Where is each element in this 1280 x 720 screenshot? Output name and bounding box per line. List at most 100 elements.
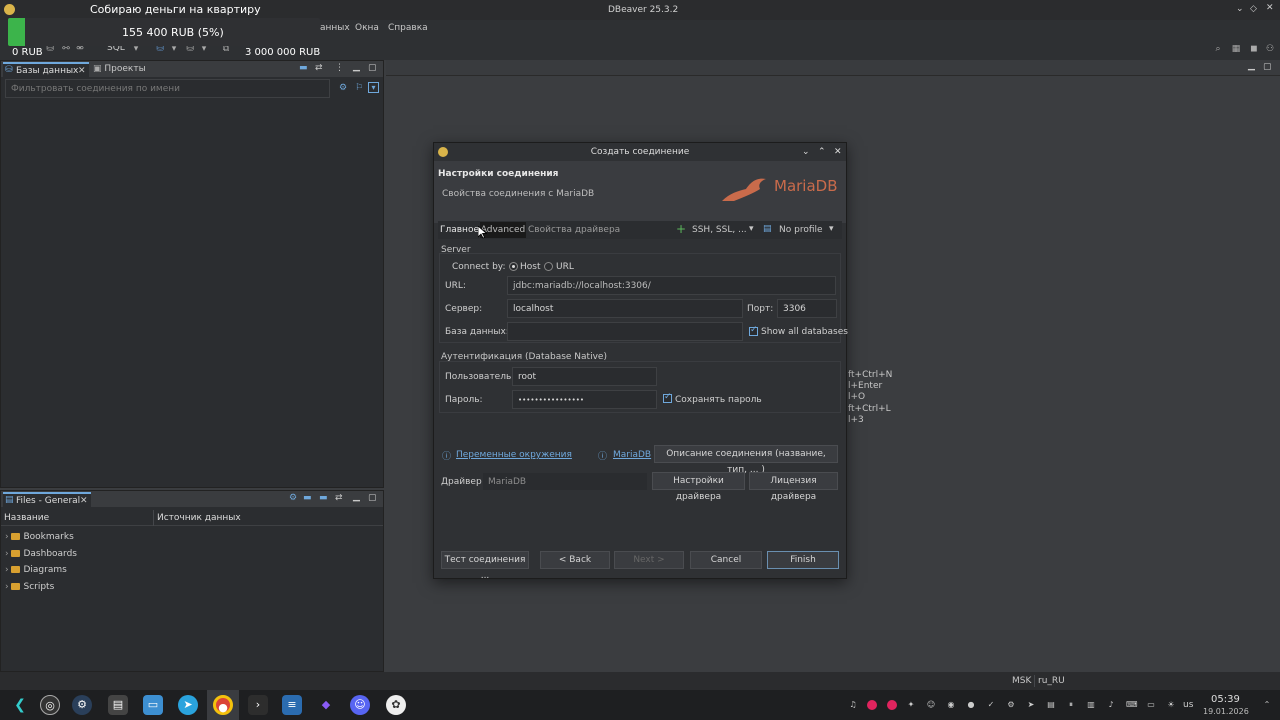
keyboard-layout[interactable]: us [1183,700,1193,710]
chrome-tray-icon[interactable]: ● [966,700,976,710]
host-radio[interactable] [509,262,518,271]
url-radio-label[interactable]: URL [556,262,574,272]
port-field[interactable]: 3306 [777,299,837,318]
tree-item-diagrams[interactable]: › Diagrams [5,562,67,578]
column-name[interactable]: Название [4,513,49,523]
keyboard-icon[interactable]: ⌨ [1126,700,1138,710]
launcher-icon[interactable]: ❮ [10,695,30,715]
show-all-databases-label[interactable]: Show all databases [761,327,848,337]
connection-description-button[interactable]: Описание соединения (название, тип, ... … [654,445,838,475]
discord-tray-icon[interactable]: ☺ [926,700,936,710]
perspective-icon[interactable]: ▦ [1230,43,1242,55]
recording-icon[interactable] [887,700,897,710]
filter-settings-icon[interactable]: ⚙ [339,83,347,93]
tab-databases[interactable]: ⛁ Базы данных ✕ [3,62,89,78]
minimize-icon[interactable]: ▁ [353,492,360,502]
window-close-icon[interactable]: ✕ [1266,3,1274,13]
collapse-all-icon[interactable]: ▬ [299,63,308,73]
close-icon[interactable]: ✕ [80,496,88,506]
minimize-icon[interactable]: ▁ [353,62,360,72]
tree-item-bookmarks[interactable]: › Bookmarks [5,529,74,545]
tree-item-dashboards[interactable]: › Dashboards [5,546,77,562]
close-icon[interactable]: ✕ [78,66,86,76]
obs-icon[interactable]: ◎ [40,695,60,715]
pin-icon[interactable]: ✦ [906,700,916,710]
editor-icon[interactable]: ≡ [282,695,302,715]
profile-selector[interactable]: No profile [779,225,823,235]
cancel-button[interactable]: Cancel [690,551,762,569]
env-variables-link[interactable]: Переменные окружения [456,450,572,460]
test-connection-button[interactable]: Тест соединения ... [441,551,529,581]
search-icon[interactable]: ⌕ [1212,43,1224,55]
url-field[interactable]: jdbc:mariadb://localhost:3306/ [507,276,836,295]
chrome-icon[interactable]: ● [213,695,233,715]
column-datasource[interactable]: Источник данных [157,513,241,523]
chevron-down-icon[interactable]: ⌄ [802,143,810,161]
wifi-icon[interactable]: ◉ [946,700,956,710]
ssh-ssl-label[interactable]: SSH, SSL, ... [692,225,747,235]
obsidian-icon[interactable]: ◆ [316,695,336,715]
show-all-databases-checkbox[interactable] [749,325,758,336]
maximize-icon[interactable]: ▢ [368,493,377,503]
volume-icon[interactable]: ♪ [1106,700,1116,710]
menu-item-help[interactable]: Справка [388,23,428,33]
menu-item-data[interactable]: анных [320,23,350,33]
window-menu-icon[interactable]: ⌄ [1236,4,1244,14]
chevron-down-icon[interactable]: ▾ [749,224,754,234]
audio-bars-icon[interactable]: ▥ [1086,700,1096,710]
terminal-icon[interactable]: › [248,695,268,715]
mariadb-link[interactable]: MariaDB [613,450,651,460]
window-maximize-icon[interactable]: ◇ [1250,4,1257,14]
driver-license-button[interactable]: Лицензия драйвера [749,472,838,502]
notification-icon[interactable]: ♫ [848,700,858,710]
url-radio[interactable] [544,262,553,271]
minimize-icon[interactable]: ▁ [1248,61,1255,71]
perspective-extra-icon[interactable]: ⚇ [1264,43,1276,55]
server-field[interactable]: localhost [507,299,743,318]
clipboard-icon[interactable]: ▤ [1046,700,1056,710]
show-desktop-icon[interactable]: ⌃ [1262,700,1272,710]
password-field[interactable]: •••••••••••••••• [512,390,657,409]
connection-filter-input[interactable]: Фильтровать соединения по имени [5,79,330,98]
tab-files-general[interactable]: ▤ Files - General ✕ [3,492,91,508]
file-manager-icon[interactable]: ▭ [143,695,163,715]
maximize-icon[interactable]: ▢ [368,63,377,73]
steam-icon[interactable]: ⚙ [72,695,92,715]
driver-settings-button[interactable]: Настройки драйвера [652,472,745,502]
recording-icon[interactable] [867,700,877,710]
check-icon[interactable]: ✓ [986,700,996,710]
next-button[interactable]: Next > [614,551,684,569]
telegram-icon[interactable]: ➤ [178,695,198,715]
brightness-icon[interactable]: ☀ [1166,700,1176,710]
close-icon[interactable]: ✕ [834,143,842,161]
files-settings-icon[interactable]: ⚙ [289,493,297,503]
save-password-label[interactable]: Сохранять пароль [675,395,762,405]
files-expand-icon[interactable]: ▬ [319,493,328,503]
user-field[interactable]: root [512,367,657,386]
dbeaver-icon[interactable]: ✿ [386,695,406,715]
system-monitor-icon[interactable]: ▤ [108,695,128,715]
link-editor-icon[interactable]: ⇄ [315,63,323,73]
telegram-tray-icon[interactable]: ➤ [1026,700,1036,710]
host-radio-label[interactable]: Host [520,262,541,272]
hdd-icon[interactable]: ▭ [1146,700,1156,710]
filter-connected-icon[interactable]: ⚐ [355,83,363,93]
add-icon[interactable]: + [676,222,686,236]
menu-item-windows[interactable]: Окна [355,23,379,33]
clock-time[interactable]: 05:39 [1211,694,1240,705]
pause-icon[interactable]: ⏸ [1066,700,1076,710]
maximize-icon[interactable]: ▢ [1263,62,1272,72]
tab-projects[interactable]: ▣ Проекты [93,64,146,74]
files-collapse-icon[interactable]: ▬ [303,493,312,503]
tab-driver-properties[interactable]: Свойства драйвера [528,225,620,235]
perspective-dbeaver-icon[interactable]: ◼ [1248,43,1260,55]
view-menu-icon[interactable]: ⋮ [335,63,344,73]
database-field[interactable] [507,322,743,341]
discord-icon[interactable]: ☺ [350,695,370,715]
finish-button[interactable]: Finish [767,551,839,569]
filter-dropdown-icon[interactable]: ▾ [368,82,379,93]
steam-tray-icon[interactable]: ⚙ [1006,700,1016,710]
tree-item-scripts[interactable]: › Scripts [5,579,54,595]
back-button[interactable]: < Back [540,551,610,569]
save-password-checkbox[interactable] [663,392,672,403]
